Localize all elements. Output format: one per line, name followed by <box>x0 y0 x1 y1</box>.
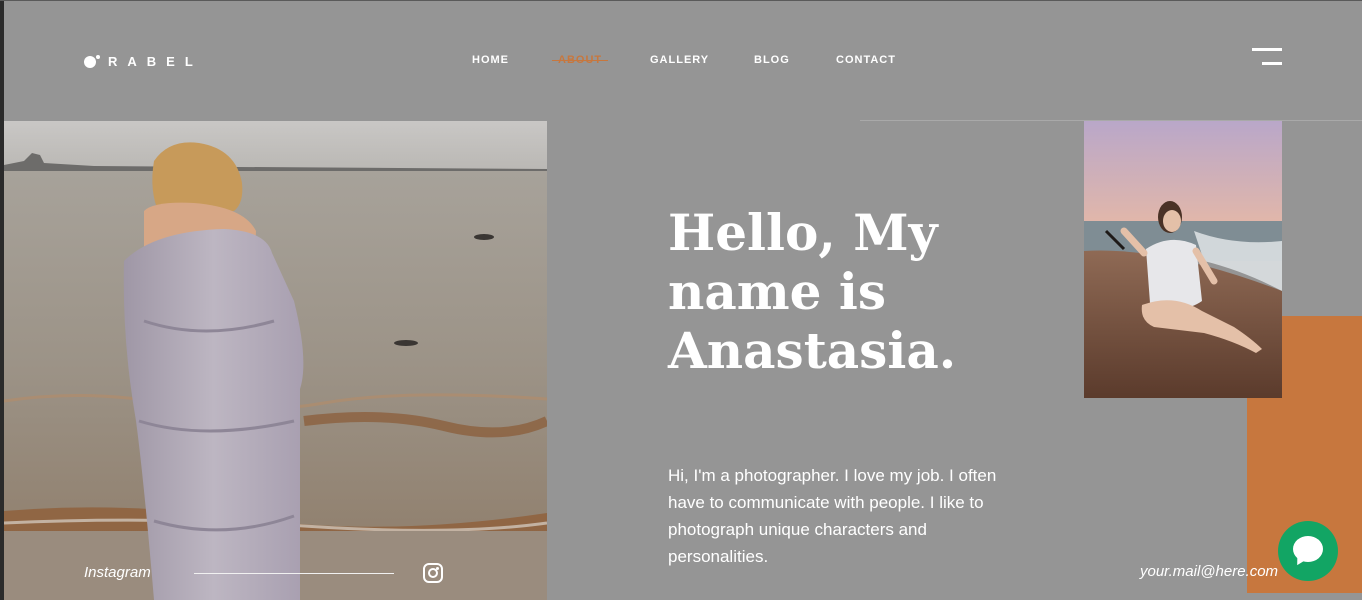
instagram-label[interactable]: Instagram <box>84 564 151 581</box>
instagram-icon[interactable] <box>423 563 443 583</box>
chat-bubble-icon[interactable] <box>1278 521 1338 581</box>
site-logo[interactable]: RABEL <box>84 54 203 69</box>
hamburger-menu-icon[interactable] <box>1250 48 1282 68</box>
nav-gallery[interactable]: GALLERY <box>650 54 709 66</box>
hero-intro: Hi, I'm a photographer. I love my job. I… <box>668 466 997 566</box>
side-photo <box>1084 121 1282 398</box>
contact-email[interactable]: your.mail@here.com <box>1140 563 1278 580</box>
nav-home[interactable]: HOME <box>472 54 509 66</box>
nav-about[interactable]: ABOUT <box>551 54 609 66</box>
page: RABEL HOME ABOUT GALLERY BLOG CONTACT In… <box>4 1 1362 600</box>
woman-in-blanket-photo <box>4 121 547 600</box>
logo-text: RABEL <box>108 54 203 69</box>
hero-photo <box>4 121 547 600</box>
woman-on-beach-photo <box>1084 121 1282 398</box>
social-bar: Instagram <box>84 563 444 585</box>
nav-contact[interactable]: CONTACT <box>836 54 896 66</box>
nav-blog[interactable]: BLOG <box>754 54 790 66</box>
logo-mark-icon <box>84 54 100 69</box>
social-divider <box>194 573 394 574</box>
hero-headline: Hello, My name is Anastasia. <box>668 203 957 380</box>
